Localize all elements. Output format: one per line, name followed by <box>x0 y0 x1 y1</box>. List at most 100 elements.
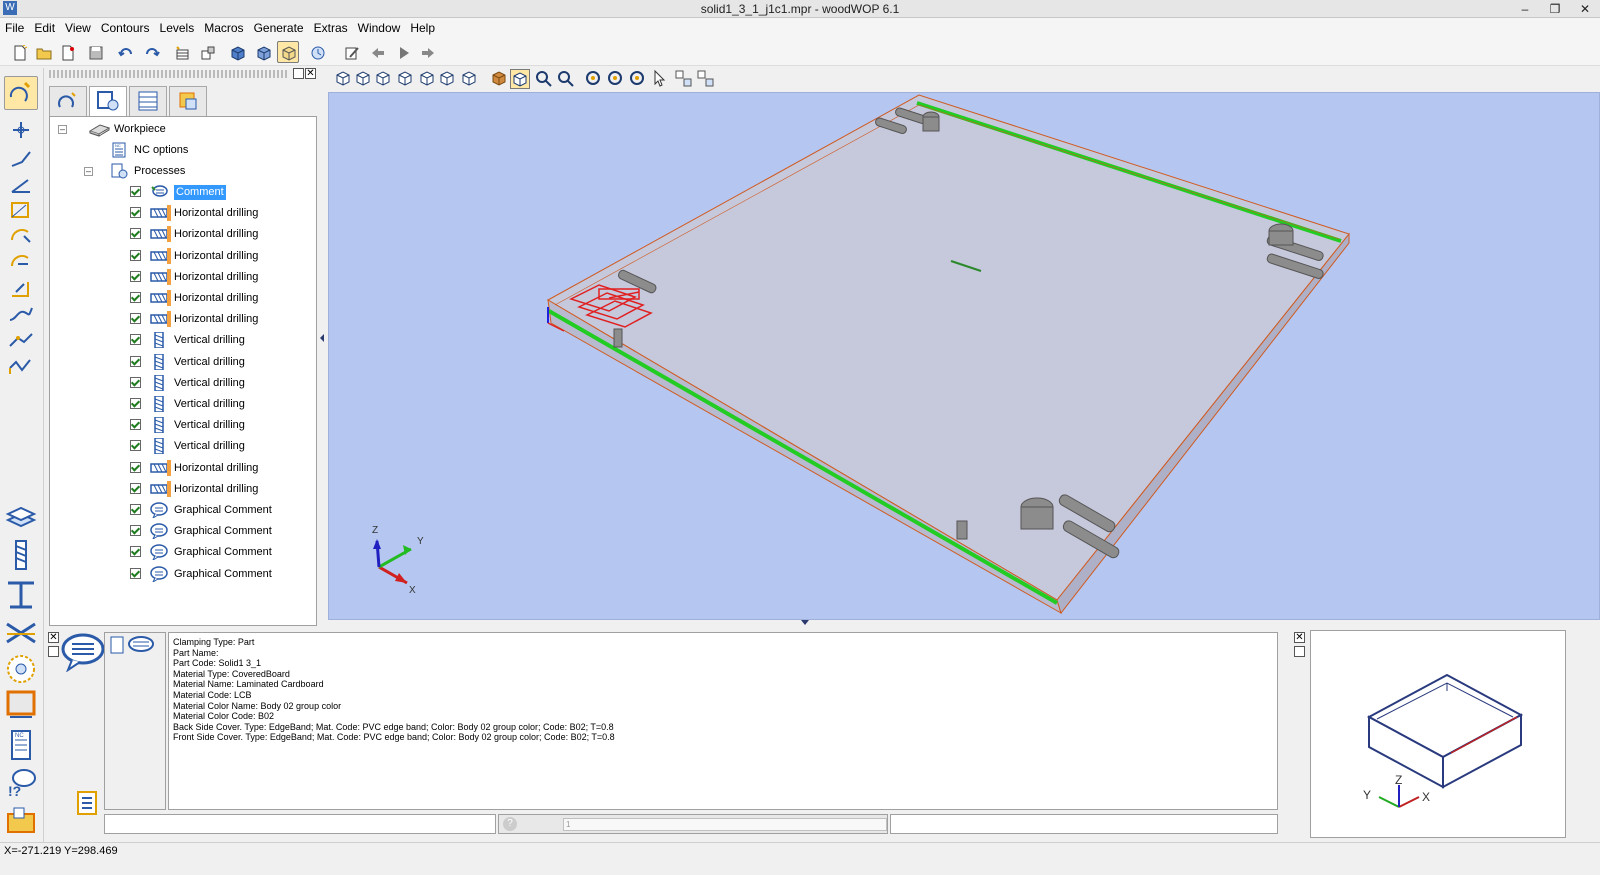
play-button[interactable] <box>392 41 414 63</box>
tree-item-graphical-comment[interactable]: Graphical Comment <box>58 564 308 584</box>
macro-library-button[interactable] <box>4 804 38 838</box>
pan-button[interactable] <box>584 69 604 89</box>
tree-item-vertical-drilling[interactable]: Vertical drilling <box>58 394 308 414</box>
tree-item-horizontal-drilling[interactable]: Horizontal drilling <box>58 479 308 499</box>
process-enabled-checkbox[interactable] <box>130 525 141 537</box>
tree-item-vertical-drilling[interactable]: Vertical drilling <box>58 415 308 435</box>
tree-item-horizontal-drilling[interactable]: Horizontal drilling <box>58 309 308 329</box>
workpiece-layers-button[interactable] <box>4 500 38 534</box>
rotate-button[interactable] <box>606 69 626 89</box>
menu-macros[interactable]: Macros <box>199 18 248 38</box>
drilling-button[interactable] <box>4 538 38 572</box>
workpiece-preview[interactable]: X Y Z <box>1310 630 1566 838</box>
process-enabled-checkbox[interactable] <box>130 207 141 219</box>
menu-extras[interactable]: Extras <box>309 18 353 38</box>
help-icon[interactable]: ? <box>503 817 517 831</box>
tree-item-graphical-comment[interactable]: Graphical Comment <box>58 500 308 520</box>
list-view-icon[interactable] <box>76 790 98 816</box>
tree-item-horizontal-drilling[interactable]: Horizontal drilling <box>58 267 308 287</box>
restore-button[interactable]: ❐ <box>1540 0 1570 18</box>
process-enabled-checkbox[interactable] <box>130 482 141 494</box>
panel-gripper[interactable] <box>49 70 289 78</box>
preview-pin-button[interactable] <box>1294 646 1305 657</box>
new-variable-button[interactable] <box>170 41 192 63</box>
menu-contours[interactable]: Contours <box>96 18 155 38</box>
tree-item-comment[interactable]: Comment <box>58 182 308 202</box>
layout-2-button[interactable] <box>696 69 716 89</box>
tree-item-graphical-comment[interactable]: Graphical Comment <box>58 521 308 541</box>
menu-help[interactable]: Help <box>405 18 440 38</box>
zoom-all-button[interactable] <box>556 69 576 89</box>
process-enabled-checkbox[interactable] <box>130 355 141 367</box>
tree-item-horizontal-drilling[interactable]: Horizontal drilling <box>58 458 308 478</box>
tab-components[interactable] <box>169 86 207 116</box>
tree-node-workpiece[interactable]: – Workpiece <box>58 119 308 139</box>
tree-node-nc-options[interactable]: NC NC options <box>58 140 308 160</box>
view-bottom-button[interactable] <box>460 69 480 89</box>
processing-mode-button[interactable] <box>4 76 38 110</box>
tree-item-horizontal-drilling[interactable]: Horizontal drilling <box>58 288 308 308</box>
saw-blade-button[interactable] <box>4 652 38 686</box>
start-point-button[interactable] <box>6 118 36 142</box>
process-enabled-checkbox[interactable] <box>130 546 141 558</box>
preview-close-button[interactable]: ✕ <box>1294 632 1305 643</box>
redo-button[interactable] <box>140 41 162 63</box>
zoom-button[interactable] <box>534 69 554 89</box>
new-file-button[interactable] <box>8 41 30 63</box>
process-enabled-checkbox[interactable] <box>130 270 141 282</box>
minimize-button[interactable]: – <box>1510 0 1540 18</box>
panel-maximize-button[interactable] <box>293 68 304 79</box>
tree-item-vertical-drilling[interactable]: Vertical drilling <box>58 352 308 372</box>
process-enabled-checkbox[interactable] <box>130 504 141 515</box>
close-button[interactable]: ✕ <box>1570 0 1600 18</box>
bottom-close-button[interactable]: ✕ <box>48 632 59 643</box>
undo-button[interactable] <box>114 41 136 63</box>
polyline-button[interactable] <box>6 354 36 378</box>
arc-tangent-button[interactable] <box>6 250 36 274</box>
open-file-button[interactable] <box>32 41 54 63</box>
view-right-button[interactable] <box>374 69 394 89</box>
tree-item-horizontal-drilling[interactable]: Horizontal drilling <box>58 203 308 223</box>
arc-center-button[interactable] <box>6 224 36 248</box>
view-3d-wireframe-button[interactable] <box>277 41 299 63</box>
comment-field-right[interactable] <box>890 814 1278 834</box>
bottom-pin-button[interactable] <box>48 646 59 657</box>
tree-item-vertical-drilling[interactable]: Vertical drilling <box>58 436 308 456</box>
collapse-bottom-arrow[interactable] <box>801 620 809 625</box>
menu-edit[interactable]: Edit <box>29 18 60 38</box>
view-back-button[interactable] <box>418 69 438 89</box>
process-enabled-checkbox[interactable] <box>130 567 141 579</box>
view-3d-back-button[interactable] <box>252 41 274 63</box>
chamfer-button[interactable] <box>6 328 36 352</box>
sawing-button[interactable] <box>4 616 38 650</box>
tree-item-vertical-drilling[interactable]: Vertical drilling <box>58 330 308 350</box>
new-window-button[interactable] <box>56 41 78 63</box>
nesting-button[interactable] <box>4 688 38 722</box>
spline-button[interactable] <box>6 302 36 326</box>
font-size-field[interactable]: 1 <box>563 818 887 831</box>
tree-item-graphical-comment[interactable]: Graphical Comment <box>58 542 308 562</box>
line-angle-button[interactable] <box>6 172 36 196</box>
process-enabled-checkbox[interactable] <box>130 398 141 409</box>
nc-code-button[interactable]: NC <box>4 728 38 762</box>
arc-button[interactable] <box>6 198 36 222</box>
routing-button[interactable] <box>4 578 38 612</box>
tree-item-vertical-drilling[interactable]: Vertical drilling <box>58 373 308 393</box>
component-button[interactable] <box>196 41 218 63</box>
comment-text-area[interactable]: Clamping Type: Part Part Name: Part Code: … <box>168 632 1278 810</box>
arc-radius-button[interactable] <box>6 276 36 300</box>
shaded-button[interactable] <box>490 69 510 89</box>
tree-node-processes[interactable]: – Processes <box>58 161 308 181</box>
tree-item-horizontal-drilling[interactable]: Horizontal drilling <box>58 224 308 244</box>
panel-close-button[interactable]: ✕ <box>305 68 316 79</box>
comment-help-button[interactable]: !? <box>4 766 38 800</box>
select-button[interactable] <box>650 69 670 89</box>
tab-variables[interactable] <box>129 86 167 116</box>
3d-viewport[interactable]: Z Y X <box>328 92 1600 625</box>
process-enabled-checkbox[interactable] <box>130 376 141 388</box>
collapse-panel-arrow[interactable] <box>320 334 324 342</box>
collapse-workpiece-toggle[interactable]: – <box>58 125 67 134</box>
process-enabled-checkbox[interactable] <box>130 461 141 473</box>
wireframe-button[interactable] <box>510 69 530 89</box>
edit-macro-button[interactable] <box>340 41 362 63</box>
